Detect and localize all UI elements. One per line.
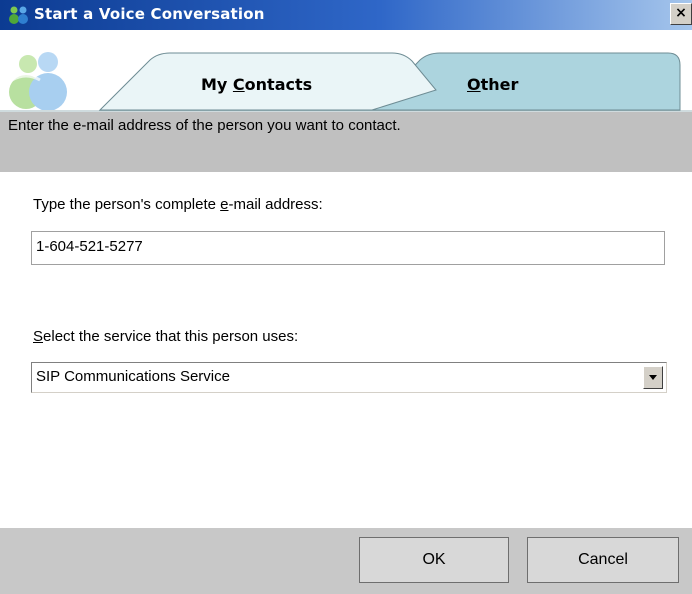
service-label-accelerator: S [33, 328, 44, 345]
ok-button[interactable]: OK [359, 537, 509, 583]
service-select[interactable]: SIP Communications Service [31, 362, 667, 393]
service-selected-value: SIP Communications Service [36, 368, 230, 385]
tab-my-contacts[interactable]: My Contacts [201, 75, 312, 94]
service-label: Select the service that this person uses… [33, 328, 298, 345]
messenger-buddies-icon [9, 6, 28, 24]
messenger-logo-icon [9, 52, 67, 110]
close-button[interactable]: × [670, 3, 692, 25]
voice-conversation-dialog: Start a Voice Conversation × My Contacts… [0, 0, 692, 594]
service-label-post: elect the service that this person uses: [43, 328, 299, 345]
window-title: Start a Voice Conversation [34, 5, 265, 23]
tab-other-accelerator: O [467, 75, 481, 94]
email-label: Type the person's complete e-mail addres… [33, 196, 323, 213]
tab-my-contacts-label-post: ontacts [244, 75, 313, 94]
instruction-text: Enter the e-mail address of the person y… [8, 117, 401, 134]
service-dropdown-button[interactable] [643, 366, 663, 389]
tab-my-contacts-accelerator: C [232, 75, 245, 94]
email-label-pre: Type the person's complete [33, 196, 221, 213]
close-icon: × [675, 5, 687, 21]
chevron-down-icon [649, 375, 657, 380]
email-input-value: 1-604-521-5277 [36, 238, 143, 255]
tab-strip: My Contacts Other [0, 30, 692, 112]
tab-my-contacts-label-pre: My [201, 75, 233, 94]
cancel-button[interactable]: Cancel [527, 537, 679, 583]
email-input[interactable]: 1-604-521-5277 [31, 231, 665, 265]
tab-shapes [0, 30, 692, 112]
title-bar[interactable]: Start a Voice Conversation × [0, 0, 692, 30]
tab-other-label-post: ther [480, 75, 519, 94]
email-label-post: -mail address: [228, 196, 323, 213]
instruction-banner: Enter the e-mail address of the person y… [0, 112, 692, 172]
tab-other[interactable]: Other [467, 75, 518, 94]
